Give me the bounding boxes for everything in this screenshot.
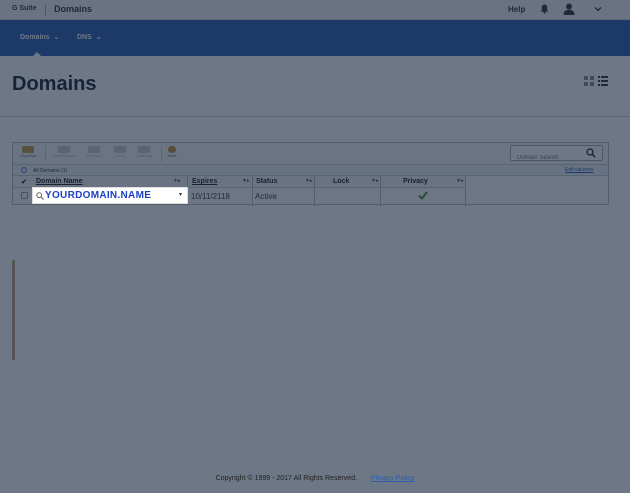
- privacy-policy-link[interactable]: Privacy Policy: [371, 475, 415, 482]
- filter-icon[interactable]: ▼▸: [456, 178, 463, 184]
- nav-item-label: DNS: [77, 34, 92, 41]
- nameservers-label: Nameservers: [52, 153, 76, 158]
- nav-item-label: Domains: [20, 34, 50, 41]
- expires-cell: 10/11/2118: [191, 192, 230, 201]
- copyright-text: Copyright © 1999 - 2017 All Rights Reser…: [215, 475, 357, 482]
- brand-divider: [45, 4, 46, 16]
- help-link[interactable]: Help: [508, 5, 525, 14]
- brand-logo[interactable]: G Suite: [12, 5, 37, 12]
- header-lock[interactable]: Lock: [333, 178, 349, 185]
- all-domains-label[interactable]: All Domains (1): [33, 168, 67, 174]
- search-icon[interactable]: [586, 148, 596, 158]
- nav-item-domains[interactable]: Domains ⌄: [20, 33, 59, 41]
- edit-columns-link[interactable]: Edit columns: [565, 167, 594, 173]
- folder-icon: [22, 146, 34, 153]
- forward-icon: [88, 146, 100, 153]
- more-label: More: [167, 153, 177, 158]
- nameservers-button[interactable]: Nameservers: [51, 146, 77, 164]
- user-icon[interactable]: [563, 3, 575, 15]
- row-checkbox[interactable]: [21, 192, 28, 199]
- nav-item-dns[interactable]: DNS ⌄: [77, 33, 102, 41]
- chevron-down-icon: ⌄: [53, 34, 60, 41]
- header-status[interactable]: Status: [256, 178, 277, 185]
- status-cell: Active: [255, 192, 277, 201]
- toolbar-divider: [45, 146, 46, 162]
- forward-button[interactable]: Forward: [81, 146, 107, 164]
- organize-button[interactable]: Organize: [15, 146, 41, 164]
- lock-label: Lock: [115, 153, 125, 158]
- app-name[interactable]: Domains: [54, 4, 92, 14]
- chevron-down-icon[interactable]: [594, 5, 602, 13]
- server-icon: [58, 146, 70, 153]
- filter-icon[interactable]: ▼▸: [173, 178, 180, 184]
- page-title: Domains: [12, 73, 97, 95]
- top-bar: G Suite Domains Help: [0, 0, 630, 20]
- contacts-icon: [138, 146, 150, 153]
- more-icon: [168, 146, 176, 153]
- divider: [0, 116, 630, 117]
- header-domain-name[interactable]: Domain Name: [36, 178, 83, 185]
- list-view-icon[interactable]: [598, 76, 608, 86]
- scroll-track: [12, 260, 15, 360]
- contacts-label: Contacts: [136, 153, 152, 158]
- more-button[interactable]: More: [159, 146, 185, 164]
- contacts-button[interactable]: Contacts: [131, 146, 157, 164]
- chevron-down-icon: ⌄: [95, 34, 102, 41]
- filter-icon[interactable]: ▼▸: [305, 178, 312, 184]
- toolbar: Organize Nameservers Forward Lock Contac…: [13, 143, 608, 165]
- active-nav-indicator: [33, 52, 41, 56]
- row-dropdown-icon[interactable]: ▾: [179, 191, 182, 198]
- lock-icon: [114, 146, 126, 153]
- header-expires[interactable]: Expires: [192, 178, 217, 185]
- all-domains-bar: All Domains (1) Edit columns: [13, 165, 608, 176]
- select-all-checkmark-icon[interactable]: ✔: [21, 178, 27, 186]
- lock-button[interactable]: Lock: [107, 146, 133, 164]
- header-privacy[interactable]: Privacy: [403, 178, 428, 185]
- filter-icon[interactable]: ▼▸: [371, 178, 378, 184]
- bell-icon[interactable]: [540, 4, 549, 14]
- nav-bar: Domains ⌄ DNS ⌄: [0, 20, 630, 56]
- privacy-check-icon: [418, 191, 428, 200]
- filter-icon[interactable]: ▼▸: [242, 178, 249, 184]
- domain-search-box[interactable]: [510, 145, 603, 165]
- grid-view-icon[interactable]: [584, 76, 594, 86]
- footer: Copyright © 1999 - 2017 All Rights Reser…: [0, 475, 630, 482]
- highlighted-domain-cell[interactable]: YOURDOMAIN.NAME ▾: [32, 187, 188, 204]
- organize-label: Organize: [19, 153, 37, 158]
- forward-label: Forward: [86, 153, 102, 158]
- domain-name-link[interactable]: YOURDOMAIN.NAME: [45, 190, 151, 201]
- magnifier-icon: [36, 192, 44, 200]
- all-domains-radio[interactable]: [21, 167, 27, 173]
- domain-search-input[interactable]: [517, 151, 587, 165]
